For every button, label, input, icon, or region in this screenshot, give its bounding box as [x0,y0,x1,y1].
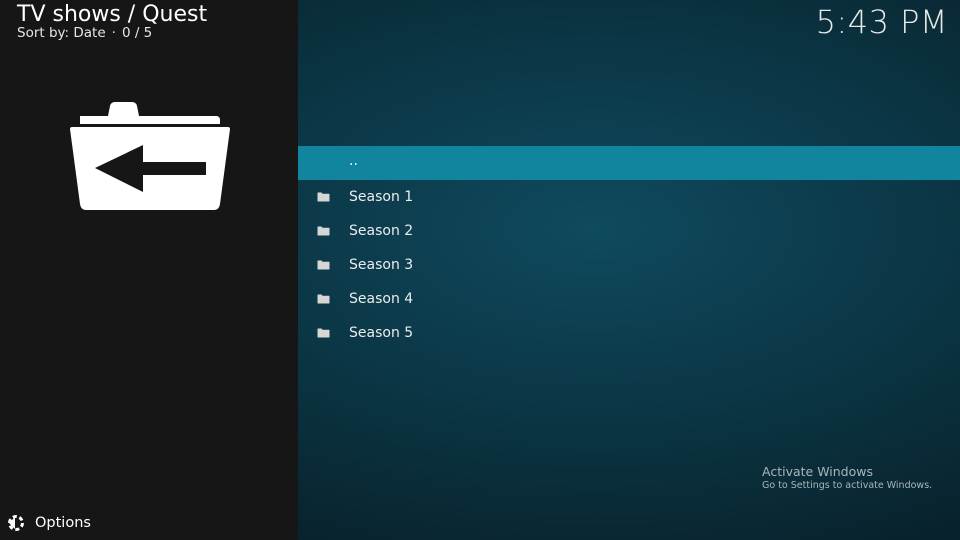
options-button[interactable]: Options [6,512,91,534]
list-item-season-1[interactable]: Season 1 [298,180,960,214]
folder-back-icon [70,102,230,210]
list-item-label: Season 2 [349,223,414,239]
info-panel: TV shows / Quest Sort by: Date · 0 / 5 Opt… [0,0,298,540]
watermark-subtitle: Go to Settings to activate Windows. [762,480,933,491]
sort-info: Sort by: Date · 0 / 5 [17,25,152,41]
list-item-season-3[interactable]: Season 3 [298,248,960,282]
clock: 5:43 PM [815,3,948,41]
parent-folder-label: .. [349,153,358,169]
list-item-label: Season 5 [349,325,414,341]
kodi-media-window: TV shows / Quest Sort by: Date · 0 / 5 Opt… [0,0,960,540]
list-item-label: Season 1 [349,189,414,205]
list-item-parent[interactable]: .. [298,146,960,180]
folder-icon [317,226,330,236]
list-item-label: Season 3 [349,257,414,273]
sort-label: Sort by: Date [17,25,106,41]
folder-icon [317,328,330,338]
list-item-season-4[interactable]: Season 4 [298,282,960,316]
watermark-title: Activate Windows [762,464,873,479]
list-item-season-5[interactable]: Season 5 [298,316,960,350]
file-list: .. Season 1 Season 2 Season 3 Season 4 S… [298,146,960,350]
activate-windows-watermark: Activate Windows Go to Settings to activ… [762,464,932,492]
options-label: Options [35,515,91,531]
folder-icon [317,192,330,202]
separator: · [111,25,116,41]
folder-icon [317,294,330,304]
options-icon [8,515,24,531]
folder-icon [317,260,330,270]
list-item-label: Season 4 [349,291,414,307]
item-count: 0 / 5 [121,25,153,41]
list-item-season-2[interactable]: Season 2 [298,214,960,248]
